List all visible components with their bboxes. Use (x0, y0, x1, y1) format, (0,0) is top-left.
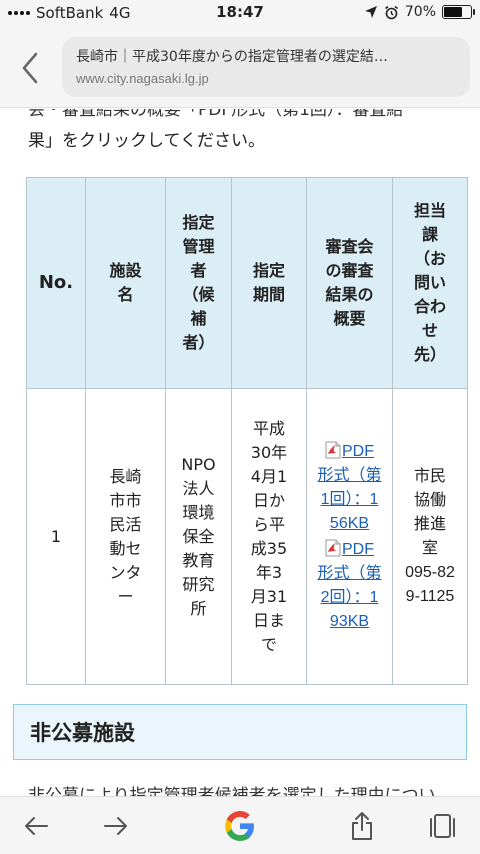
browser-toolbar (0, 796, 480, 854)
header-contact: 担当課（お問い合わせ先） (392, 177, 468, 389)
page-content[interactable]: 会・審査結果の概要「PDF形式（第1回）：審査結 果」をクリックしてください。 … (0, 109, 480, 796)
back-button[interactable] (14, 48, 48, 88)
pdf-link-round-2[interactable]: PDF形式（第2回）：193KB (318, 538, 382, 634)
status-bar: SoftBank 4G 18:47 70% (0, 0, 480, 26)
header-period: 指定期間 (231, 177, 307, 389)
outro-text: 非公募により指定管理者候補者を選定した理由につい (28, 786, 436, 796)
arrow-right-icon (104, 817, 127, 835)
battery-percent: 70% (404, 4, 436, 20)
header-manager: 指定管理者（候補者） (165, 177, 232, 389)
cell-contact: 市民協働推進室 095-829-1125 (392, 388, 468, 685)
battery-fill (444, 7, 463, 17)
page-domain: www.city.nagasaki.lg.jp (76, 71, 209, 86)
section-heading-non-public: 非公募施設 (13, 704, 467, 760)
share-icon (352, 812, 372, 840)
cell-manager: NPO法人環境保全教育研究所 (165, 388, 232, 685)
contact-phone: 095-829-1125 (405, 563, 455, 605)
google-logo-icon (225, 811, 254, 841)
browser-address-bar: 長崎市｜平成30年度からの指定管理者の選定結… www.city.nagasak… (0, 26, 480, 108)
header-no: No. (26, 177, 86, 389)
contact-dept: 市民協働推進室 (413, 467, 446, 557)
arrow-left-icon (25, 817, 48, 835)
share-button[interactable] (342, 806, 382, 846)
pdf-file-icon (325, 441, 341, 459)
battery-icon (442, 5, 475, 19)
pdf-link-round-1[interactable]: PDF形式（第1回）：156KB (318, 440, 382, 536)
page-title: 長崎市｜平成30年度からの指定管理者の選定結… (76, 49, 388, 65)
cell-no: 1 (26, 388, 86, 685)
cell-summary: PDF形式（第1回）：156KB PDF形式（第2回）：193KB (306, 388, 393, 685)
alarm-icon (384, 5, 398, 19)
back-nav-button[interactable] (16, 806, 56, 846)
section-heading-text: 非公募施設 (30, 721, 135, 745)
cell-period: 平成30年4月1日から平成35年3月31日まで (231, 388, 307, 685)
chevron-left-icon (22, 52, 38, 84)
cell-facility: 長崎市市民活動センター (85, 388, 166, 685)
forward-nav-button[interactable] (96, 806, 136, 846)
tabs-icon (430, 814, 455, 838)
intro-text: 会・審査結果の概要「PDF形式（第1回）：審査結 果」をクリックしてください。 (28, 109, 468, 157)
intro-line-1: 会・審査結果の概要「PDF形式（第1回）：審査結 (28, 109, 404, 120)
table-row: 1 長崎市市民活動センター NPO法人環境保全教育研究所 平成30年4月1日から… (26, 388, 468, 685)
tabs-button[interactable] (422, 806, 462, 846)
header-summary: 審査会の審査結果の概要 (306, 177, 393, 389)
table-header-row: No. 施設名 指定管理者（候補者） 指定期間 審査会の審査結果の概要 担当課（… (26, 177, 468, 389)
location-icon (364, 6, 377, 18)
intro-line-2: 果」をクリックしてください。 (28, 131, 265, 151)
pdf-file-icon (325, 539, 341, 557)
status-right: 70% (364, 4, 475, 20)
facility-table: No. 施設名 指定管理者（候補者） 指定期間 審査会の審査結果の概要 担当課（… (26, 177, 468, 685)
header-facility: 施設名 (85, 177, 166, 389)
url-field[interactable]: 長崎市｜平成30年度からの指定管理者の選定結… www.city.nagasak… (62, 37, 470, 97)
google-button[interactable] (220, 806, 260, 846)
